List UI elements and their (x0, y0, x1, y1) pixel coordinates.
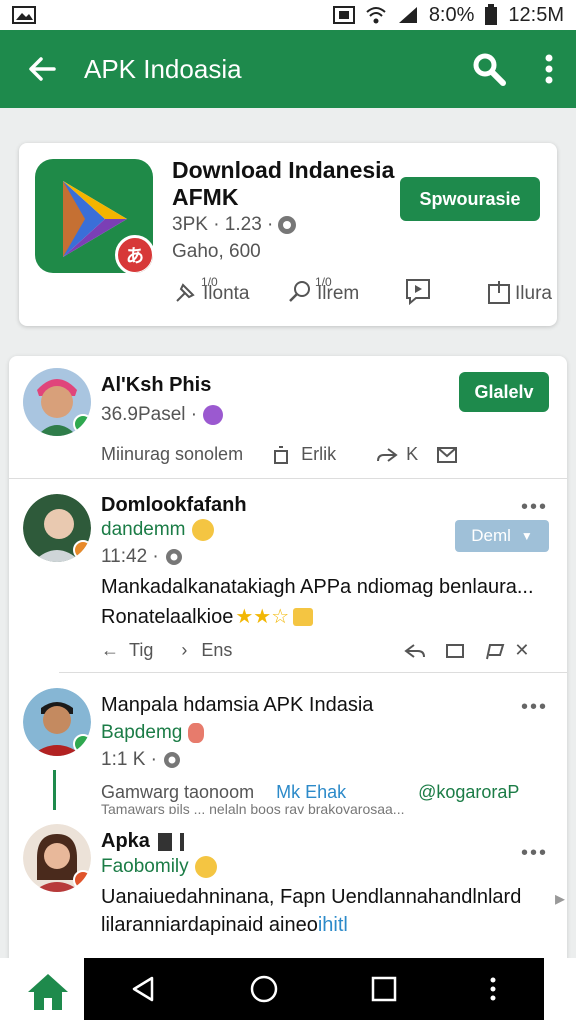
action-item-3[interactable] (404, 277, 432, 305)
wifi-icon (366, 7, 386, 24)
home-icon[interactable] (26, 972, 70, 1012)
avatar[interactable] (23, 824, 91, 892)
arrow-left-small-icon[interactable]: ← (101, 640, 119, 661)
action-label[interactable]: K (406, 444, 418, 465)
app-meta-version: 3PK · 1.23 · (172, 214, 297, 236)
battery-icon (485, 4, 498, 25)
more-horiz-icon[interactable]: ••• (521, 696, 548, 719)
search-small-icon (289, 281, 310, 302)
info-icon (165, 549, 182, 565)
post-author[interactable]: Domlookfafanh (101, 494, 247, 517)
divider (59, 672, 567, 673)
close-icon[interactable]: ✕ (514, 640, 529, 661)
smile-emoji-icon (191, 519, 214, 541)
post-text-line2: Ronatelaalkioe ★★☆ (101, 602, 314, 632)
post-author[interactable]: Al'Ksh Phis (101, 374, 211, 397)
media-icon (157, 832, 172, 851)
feed-panel: Al'Ksh Phis 36.9Pasel · Glalelv Miinurag… (9, 356, 567, 996)
post-actions: Miinurag sonolem Erlik K (101, 444, 551, 465)
mail-icon[interactable] (436, 445, 458, 465)
media-icon (179, 832, 184, 851)
flag-icon[interactable] (484, 641, 506, 661)
post-time: 11:42 · (101, 546, 183, 568)
page-title: APK Indoasia (84, 53, 242, 84)
share-icon[interactable] (376, 445, 398, 465)
purple-badge-icon (203, 405, 224, 425)
avatar[interactable] (23, 368, 91, 436)
info-icon (278, 216, 297, 234)
chevron-down-icon: ▼ (520, 529, 533, 543)
action-label[interactable]: Miinurag sonolem (101, 444, 243, 465)
share-box-icon (488, 281, 510, 304)
clock: 12:5M (508, 3, 564, 26)
thread-line (53, 770, 56, 810)
post-author[interactable]: Manpala hdamsia APK Indasia (101, 694, 373, 717)
app-name: Download Indanesia AFMK (172, 157, 395, 210)
app-badge-icon: あ (115, 235, 153, 273)
copy-icon[interactable] (271, 445, 291, 465)
verified-badge-icon (73, 870, 91, 890)
post-subtitle: dandemm (101, 519, 214, 541)
search-icon[interactable] (472, 52, 506, 86)
action-label[interactable]: Erlik (301, 444, 336, 465)
more-horiz-icon[interactable]: ••• (521, 842, 548, 865)
avatar[interactable] (23, 494, 91, 562)
system-nav-bar (84, 958, 544, 1020)
battery-percent: 8:0% (428, 3, 475, 26)
star-rating-icon: ★★☆ (235, 606, 290, 628)
app-bar: APK Indoasia (0, 30, 576, 108)
post-actions: ← Tig › Ens ✕ (101, 640, 530, 661)
play-comment-icon (406, 279, 430, 305)
more-horiz-icon[interactable]: ••• (521, 496, 548, 519)
chevron-right-icon[interactable]: › (181, 640, 187, 661)
app-card-actions: 1/0 Ilonta 1/0 Ilrem Ilura (169, 273, 552, 317)
action-item-2[interactable]: 1/0 Ilrem (287, 275, 359, 305)
verified-badge-icon (73, 734, 91, 754)
recents-square-icon[interactable] (371, 976, 397, 1002)
action-item-1[interactable]: 1/0 Ilonta (173, 275, 249, 305)
verified-badge-icon (73, 414, 91, 434)
screenshot-icon (332, 6, 355, 24)
highlighted-link[interactable]: ihitl (318, 914, 348, 936)
post-text: Mankadalkanatakiagh APPa ndiomag benlaur… (101, 576, 534, 598)
app-meta-size: Gaho, 600 (172, 241, 261, 262)
avatar[interactable] (23, 688, 91, 756)
verified-badge-icon (73, 540, 91, 560)
home-circle-icon[interactable] (249, 974, 279, 1004)
action-item-4[interactable]: Ilura (487, 279, 552, 305)
share-icon[interactable] (404, 641, 426, 661)
post-subtitle: Bapdemg (101, 722, 205, 744)
post-subtitle: Faobomily (101, 856, 217, 878)
post-subtext: Tamawars pils ... nelaln boos ray brakoy… (101, 802, 405, 814)
fist-emoji-icon (188, 723, 205, 743)
post-actions: Gamwarg taonoom Mk Ehak @kogaroraP (101, 782, 520, 802)
repost-icon[interactable] (444, 641, 466, 661)
image-notification-icon (12, 6, 36, 24)
post-text-line2: lilaranniardapinaid aineoihitl (101, 914, 348, 936)
status-bar: 8:0% 12:5M (0, 0, 576, 30)
post-meta: 36.9Pasel · (101, 404, 224, 426)
more-vert-icon[interactable] (544, 54, 554, 84)
back-triangle-icon[interactable] (130, 975, 158, 1003)
install-button[interactable]: Spwourasie (400, 177, 540, 221)
pin-icon (176, 283, 195, 302)
arrow-left-icon[interactable] (22, 56, 62, 82)
app-card: あ Download Indanesia AFMK 3PK · 1.23 · G… (19, 143, 557, 326)
signal-icon (398, 7, 417, 23)
worried-emoji-icon (194, 856, 217, 878)
more-vert-icon[interactable] (488, 976, 498, 1002)
follow-button[interactable]: Glalelv (459, 372, 549, 412)
chevron-right-icon[interactable]: ▸ (555, 886, 565, 911)
bread-emoji-icon (293, 608, 314, 626)
app-icon[interactable]: あ (35, 159, 153, 273)
post-dropdown[interactable]: Deml ▼ (455, 520, 549, 552)
divider (9, 478, 567, 479)
post-author[interactable]: Apka (101, 830, 184, 853)
info-icon (163, 752, 180, 768)
post-text: Uanaiuedahninana, Fapn Uendlannahandlnla… (101, 886, 522, 908)
post-time: 1:1 K · (101, 749, 181, 771)
